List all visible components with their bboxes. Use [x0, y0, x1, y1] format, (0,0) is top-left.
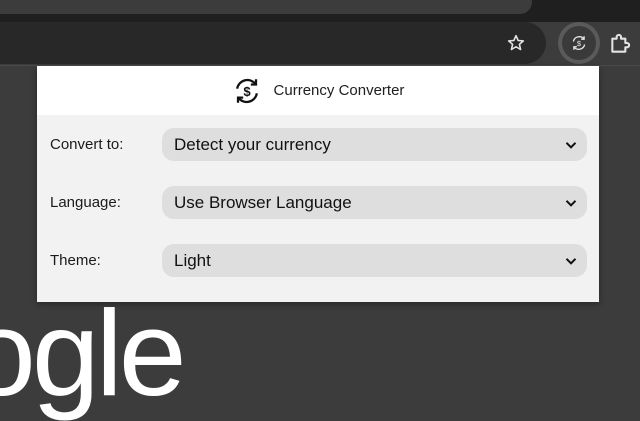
currency-converter-popup: $ Currency Converter Convert to: Detect … [37, 66, 599, 302]
popup-settings: Convert to: Detect your currency Languag… [37, 115, 599, 277]
currency-exchange-icon: $ [235, 78, 258, 103]
language-row: Language: Use Browser Language [37, 186, 599, 219]
theme-select[interactable]: Light [162, 244, 587, 277]
theme-row: Theme: Light [37, 244, 599, 277]
language-label: Language: [50, 194, 121, 211]
popup-header: $ Currency Converter [37, 66, 599, 115]
bookmark-star-button[interactable] [501, 28, 531, 58]
currency-converter-icon: $ [572, 36, 586, 50]
active-tab[interactable] [0, 0, 532, 14]
address-bar[interactable] [0, 22, 546, 64]
star-icon [507, 34, 525, 51]
puzzle-icon [611, 33, 631, 53]
convert-to-select[interactable]: Detect your currency [162, 128, 587, 161]
theme-label: Theme: [50, 252, 101, 269]
svg-text:$: $ [577, 39, 582, 48]
extensions-menu-button[interactable] [608, 28, 640, 58]
convert-to-label: Convert to: [50, 136, 124, 153]
chevron-down-icon [565, 142, 577, 149]
chevron-down-icon [565, 258, 577, 265]
language-select[interactable]: Use Browser Language [162, 186, 587, 219]
svg-text:$: $ [243, 84, 251, 99]
convert-to-row: Convert to: Detect your currency [37, 128, 599, 161]
tab-strip [0, 0, 640, 22]
currency-converter-extension-button[interactable]: $ [558, 22, 600, 64]
page-logo-fragment: ogle [0, 285, 187, 421]
theme-value: Light [174, 251, 211, 270]
popup-title: Currency Converter [273, 82, 405, 99]
convert-to-value: Detect your currency [174, 135, 331, 154]
chevron-down-icon [565, 200, 577, 207]
extension-button-inner: $ [562, 26, 596, 60]
language-value: Use Browser Language [174, 193, 352, 212]
